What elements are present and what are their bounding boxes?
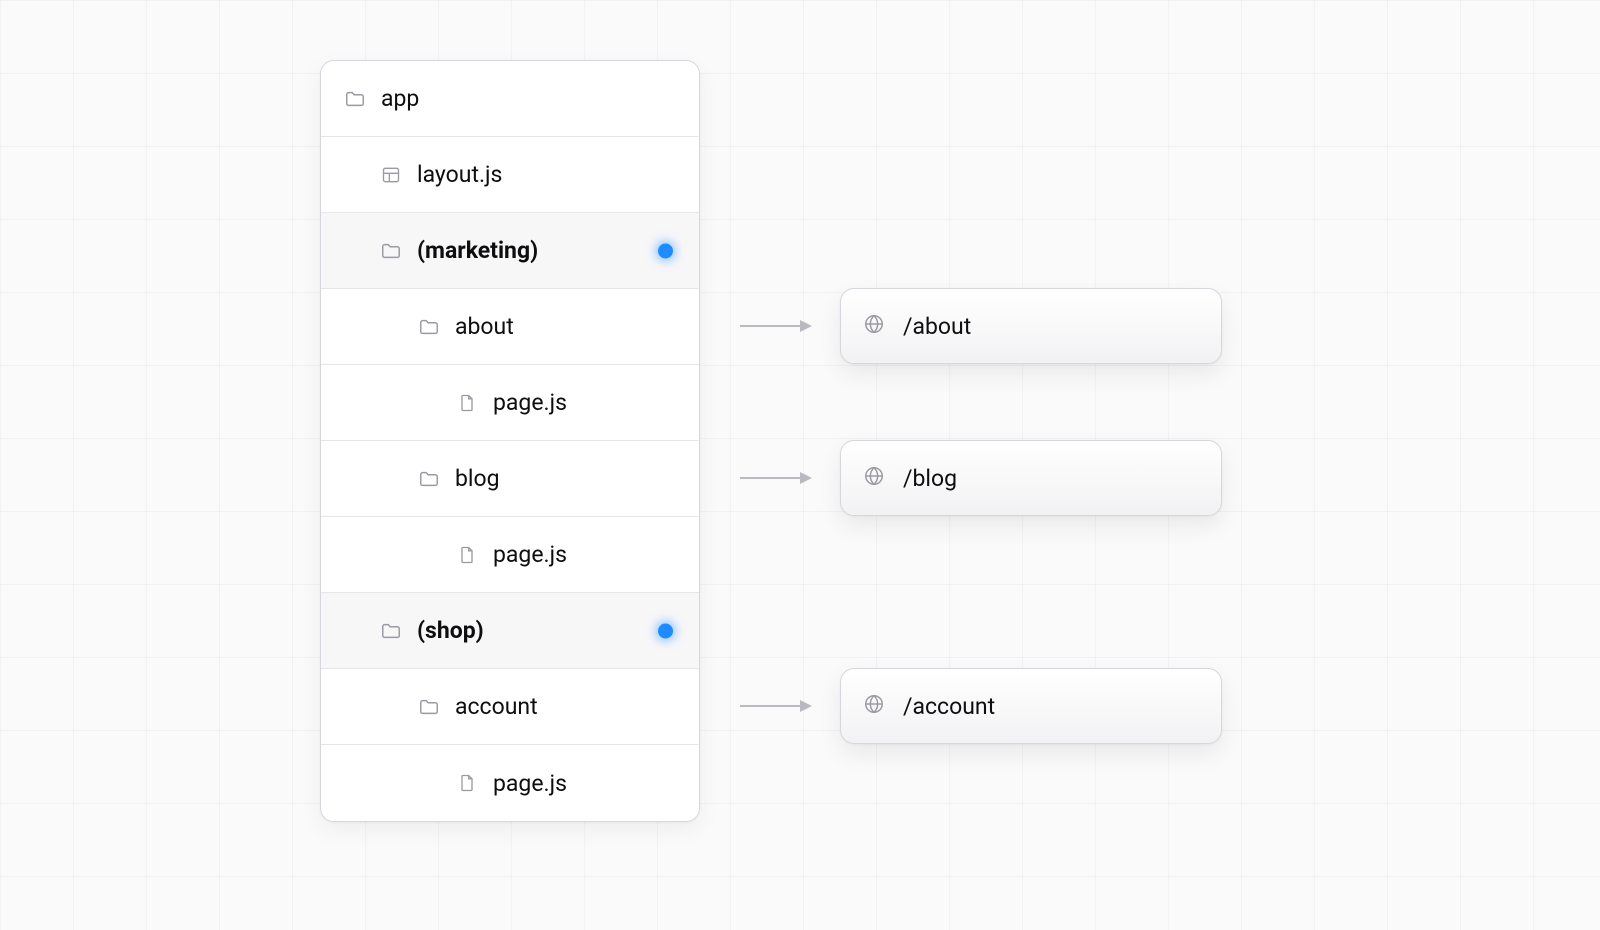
tree-row--shop-: (shop) [321, 593, 699, 669]
tree-row-label: (shop) [417, 617, 484, 644]
tree-row-label: about [455, 313, 514, 340]
folder-icon [343, 87, 367, 111]
url-pill: /account [840, 668, 1222, 744]
folder-icon [417, 315, 441, 339]
arrow-icon [740, 477, 810, 479]
file-icon [455, 771, 479, 795]
file-icon [455, 391, 479, 415]
tree-row-account: account [321, 669, 699, 745]
tree-row-app: app [321, 61, 699, 137]
globe-icon [863, 465, 903, 491]
globe-icon [863, 693, 903, 719]
tree-row-label: page.js [493, 389, 567, 416]
url-label: /about [903, 313, 971, 340]
tree-row-blog: blog [321, 441, 699, 517]
tree-row-about: about [321, 289, 699, 365]
tree-row-page-js: page.js [321, 365, 699, 441]
tree-row-label: page.js [493, 770, 567, 797]
tree-row-page-js: page.js [321, 517, 699, 593]
tree-row--marketing-: (marketing) [321, 213, 699, 289]
globe-icon [863, 313, 903, 339]
tree-row-label: (marketing) [417, 237, 538, 264]
arrow-icon [740, 705, 810, 707]
background-grid [0, 0, 1600, 930]
url-pill: /blog [840, 440, 1222, 516]
folder-icon [417, 467, 441, 491]
tree-row-label: account [455, 693, 538, 720]
arrow-icon [740, 325, 810, 327]
route-group-indicator [658, 243, 673, 258]
folder-icon [379, 239, 403, 263]
tree-row-label: layout.js [417, 161, 502, 188]
file-tree: app layout.js (marketing) about page.js blog p… [320, 60, 700, 822]
tree-row-layout-js: layout.js [321, 137, 699, 213]
tree-row-label: blog [455, 465, 500, 492]
file-icon [455, 543, 479, 567]
url-label: /blog [903, 465, 957, 492]
tree-row-page-js: page.js [321, 745, 699, 821]
url-label: /account [903, 693, 995, 720]
tree-row-label: app [381, 85, 419, 112]
tree-row-label: page.js [493, 541, 567, 568]
folder-icon [417, 695, 441, 719]
url-pill: /about [840, 288, 1222, 364]
layout-icon [379, 163, 403, 187]
folder-icon [379, 619, 403, 643]
route-group-indicator [658, 623, 673, 638]
